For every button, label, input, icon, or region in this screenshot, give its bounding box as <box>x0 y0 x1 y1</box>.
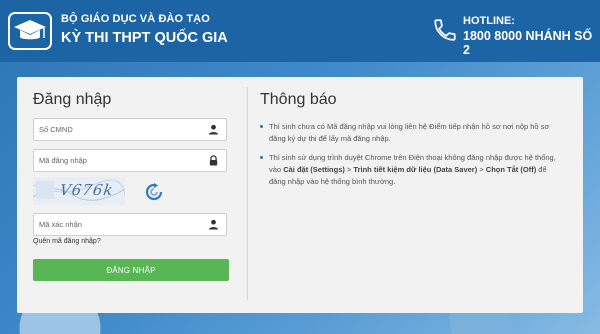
lock-icon <box>209 155 218 166</box>
org-name: BỘ GIÁO DỤC VÀ ĐÀO TẠO <box>61 13 210 25</box>
notice-item: Thí sinh chưa có Mã đăng nhập vui lòng l… <box>260 121 560 145</box>
refresh-icon[interactable] <box>145 183 163 201</box>
phone-icon <box>434 19 456 41</box>
user-icon <box>208 219 219 230</box>
login-code-field[interactable] <box>33 149 227 172</box>
notice-settings-label: Cài đặt (Settings) <box>283 165 345 174</box>
id-number-input[interactable] <box>34 119 199 140</box>
captcha-field[interactable] <box>33 213 227 236</box>
notice-separator: > <box>477 165 486 174</box>
notice-title: Thông báo <box>260 91 337 108</box>
login-title: Đăng nhập <box>33 91 112 108</box>
login-button[interactable]: ĐĂNG NHẬP <box>33 259 229 281</box>
captcha-input[interactable] <box>34 214 199 235</box>
hotline-number[interactable]: 1800 8000 NHÁNH SỐ 2 <box>463 29 600 57</box>
notice-off-label: Chọn Tắt (Off) <box>485 165 537 174</box>
login-code-input[interactable] <box>34 150 199 171</box>
hotline-label: HOTLINE: <box>463 15 515 27</box>
notice-item: Thí sinh sử dụng trình duyệt Chrome trên… <box>260 152 560 188</box>
exam-name: KỲ THI THPT QUỐC GIA <box>61 30 228 46</box>
column-divider <box>247 87 248 300</box>
notice-list: Thí sinh chưa có Mã đăng nhập vui lòng l… <box>260 121 560 195</box>
notice-item-1-text: Thí sinh chưa có Mã đăng nhập vui lòng l… <box>269 122 550 143</box>
login-card: Đăng nhập V676k Quên mã đă <box>17 77 583 313</box>
user-icon <box>208 124 219 135</box>
captcha-text: V676k <box>58 181 115 199</box>
id-number-field[interactable] <box>33 118 227 141</box>
forgot-code-link[interactable]: Quên mã đăng nhập? <box>33 238 101 245</box>
header: BỘ GIÁO DỤC VÀ ĐÀO TẠO KỲ THI THPT QUỐC … <box>0 0 600 62</box>
captcha-image: V676k <box>33 177 125 205</box>
notice-data-saver-label: Trình tiết kiệm dữ liệu (Data Saver) <box>353 165 478 174</box>
graduation-cap-icon <box>8 12 52 50</box>
